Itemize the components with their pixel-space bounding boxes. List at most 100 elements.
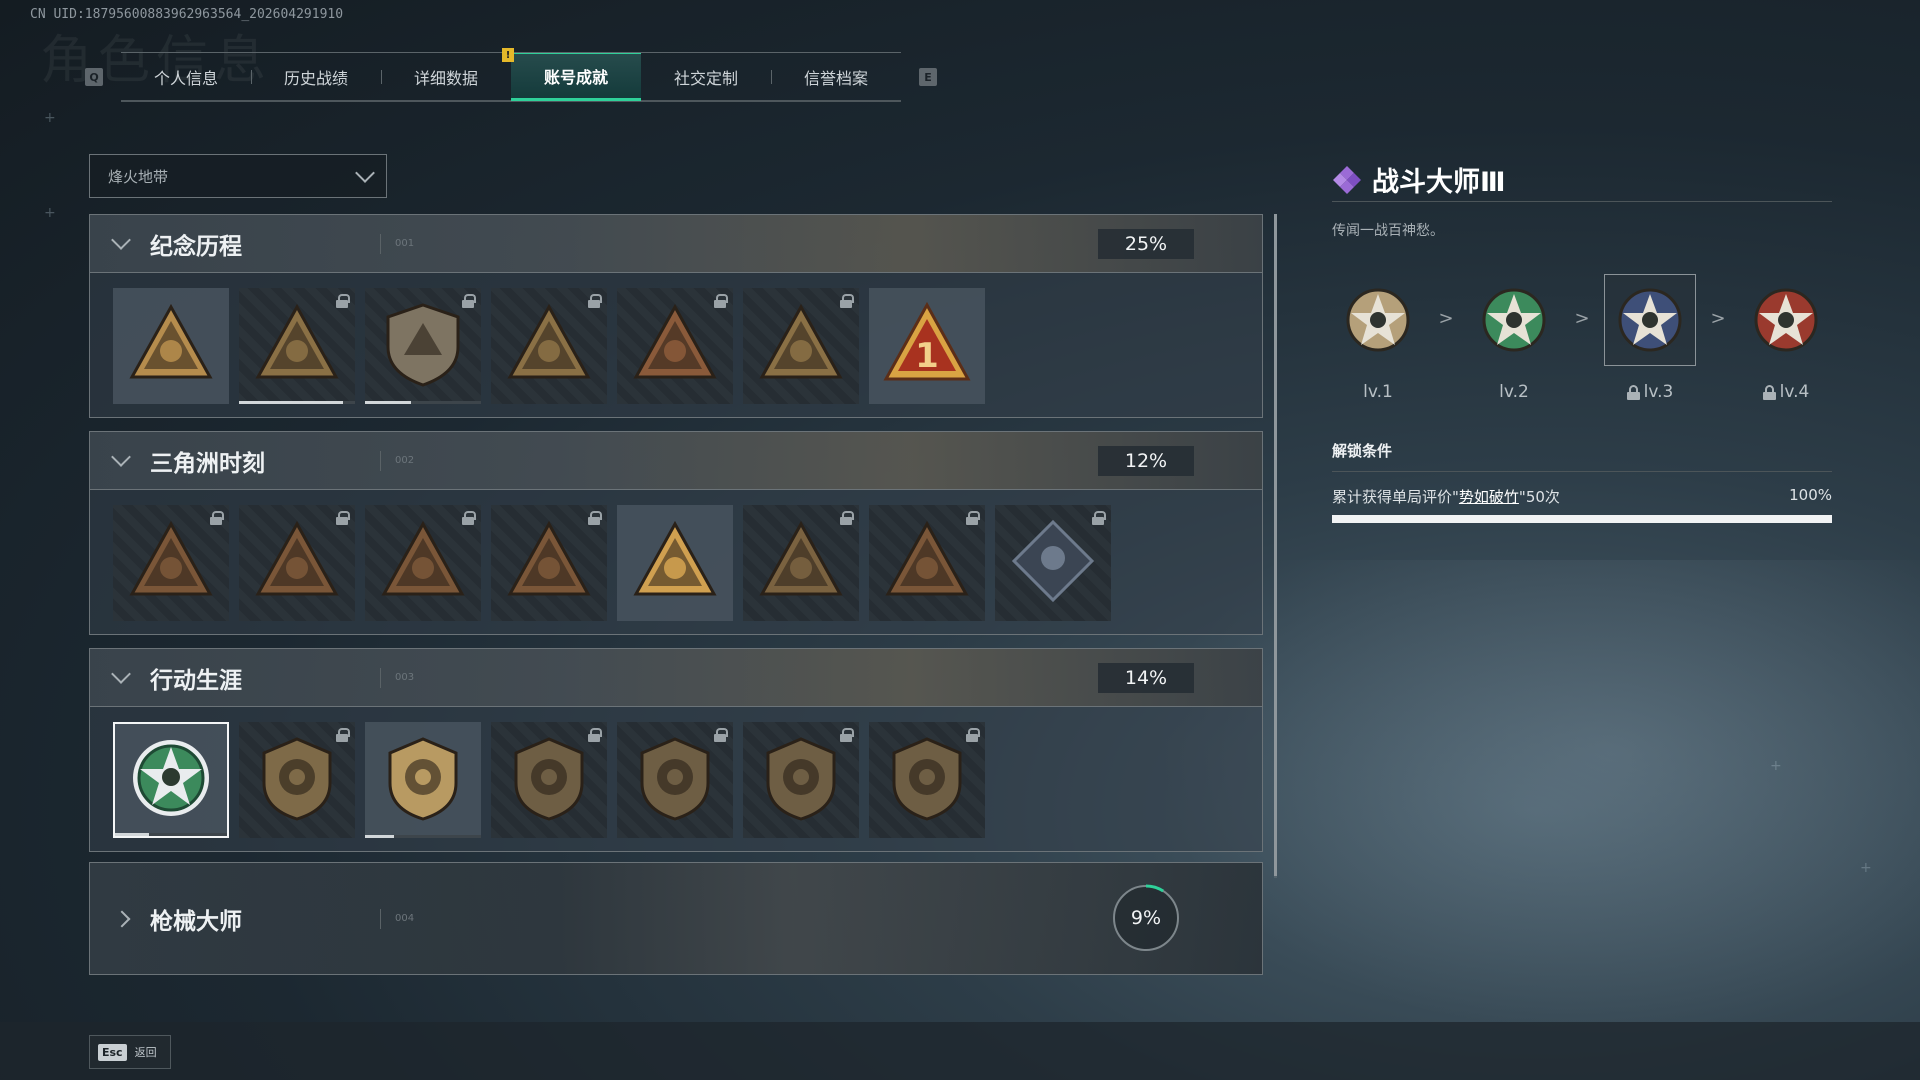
scrollbar[interactable] [1274,214,1277,878]
star-badge-icon [1482,288,1546,352]
number-one-badge-icon: 1 [882,299,972,393]
star-badge-icon [1754,288,1818,352]
lock-icon [336,728,350,742]
level-badge[interactable] [1332,274,1424,366]
category-header[interactable]: 纪念历程 001 25% [90,215,1262,273]
unlock-condition-text: 累计获得单局评价"势如破竹"50次 [1332,488,1560,506]
badge-progress [365,835,481,838]
hex-crest-badge-icon [504,733,594,827]
level-badge[interactable] [1604,274,1696,366]
achievement-badge[interactable] [491,505,607,621]
badge-progress [365,401,481,404]
ring-crest-badge-icon [630,733,720,827]
esc-key-icon: Esc [98,1043,127,1061]
level-item[interactable]: lv.2 [1468,274,1560,402]
achievement-badge[interactable] [239,505,355,621]
achievement-badge[interactable] [869,722,985,838]
detail-title: 战斗大师Ⅲ [1372,167,1506,198]
category-panel: 纪念历程 001 25% 1 [89,214,1263,418]
beast-triangle-badge-icon [756,516,846,610]
tab-2[interactable]: 详细数据 [381,53,511,101]
category-header[interactable]: 行动生涯 003 14% [90,649,1262,707]
category-title: 枪械大师 [150,908,242,935]
level-badge[interactable] [1468,274,1560,366]
tab-5[interactable]: 信誉档案 [771,53,901,101]
detail-header: 战斗大师Ⅲ [1332,164,1832,202]
mode-dropdown-value: 烽火地带 [108,167,169,186]
achievement-badge[interactable] [365,505,481,621]
lock-icon [588,728,602,742]
combat-master-badge-icon [126,733,216,827]
achievement-badge[interactable] [617,722,733,838]
lock-icon [336,294,350,308]
level-arrow: > [1438,308,1454,329]
lock-icon [840,511,854,525]
achievement-badge[interactable] [743,288,859,404]
category-header[interactable]: 三角洲时刻 002 12% [90,432,1262,490]
scope-crest-badge-icon [378,733,468,827]
level-arrow: > [1574,308,1590,329]
category-title: 纪念历程 [150,233,242,260]
level-item[interactable]: lv.4 [1740,274,1832,402]
crosshair-decoration: + [1770,758,1782,774]
category-percent: 14% [1098,663,1194,693]
achievement-badge[interactable] [869,505,985,621]
achievement-badge[interactable]: 1 [869,288,985,404]
lock-icon [966,728,980,742]
condition-highlight-link[interactable]: 势如破竹 [1459,488,1519,506]
lock-icon [1762,384,1776,400]
tab-bar: Q 个人信息 历史战绩 详细数据 账号成就 社交定制 信誉档案 E [85,52,945,102]
mode-dropdown[interactable]: 烽火地带 [89,154,387,198]
scrollbar-thumb[interactable] [1274,214,1277,876]
level-badge[interactable] [1740,274,1832,366]
achievement-badge[interactable] [617,288,733,404]
achievement-badge[interactable] [365,722,481,838]
achievement-badge[interactable] [113,505,229,621]
soldier-triangle-badge-icon [378,516,468,610]
achievement-badge[interactable] [491,722,607,838]
achievement-badge[interactable] [113,288,229,404]
tab-4[interactable]: 社交定制 [641,53,771,101]
hooded-figure-badge-icon [630,299,720,393]
badge-grid: 1 [90,273,1262,417]
achievement-detail-panel: 战斗大师Ⅲ 传闻一战百神愁。 lv.1 > lv.2 > lv.3 > lv.4… [1332,164,1832,523]
lock-icon [1626,384,1640,400]
svg-text:1: 1 [915,336,939,376]
category-index: 002 [380,450,414,471]
bottle-triangle-badge-icon [126,516,216,610]
achievement-badge[interactable] [239,722,355,838]
badge-grid [90,490,1262,634]
lock-icon [714,294,728,308]
chevron-down-icon [355,163,375,183]
q-key-hint[interactable]: Q [85,68,103,86]
badge-progress [115,833,227,836]
back-button[interactable]: Esc 返回 [89,1035,171,1069]
dice-triangle-badge-icon [504,516,594,610]
tab-1[interactable]: 历史战绩 [251,53,381,101]
back-label: 返回 [134,1046,157,1059]
achievement-badge[interactable] [239,288,355,404]
star-badge-icon [1346,288,1410,352]
star-badge-icon [1618,288,1682,352]
lock-icon [462,511,476,525]
achievement-badge[interactable] [743,722,859,838]
crossed-rifles-badge-icon [756,299,846,393]
lock-icon [1092,511,1106,525]
achievement-badge[interactable] [995,505,1111,621]
achievement-badge[interactable] [617,505,733,621]
e-key-hint[interactable]: E [919,68,937,86]
category-weapon-master[interactable]: 枪械大师 004 9% [89,862,1263,975]
tab-0[interactable]: 个人信息 [121,53,251,101]
eye-crest-badge-icon [882,733,972,827]
achievement-badge[interactable] [365,288,481,404]
alert-icon: ! [502,48,514,62]
squad-triangle-badge-icon [630,516,720,610]
achievement-badge[interactable] [113,722,229,838]
achievement-badge[interactable] [491,288,607,404]
crosshair-decoration: + [44,205,56,221]
level-item[interactable]: lv.3 [1604,274,1696,402]
level-item[interactable]: lv.1 [1332,274,1424,402]
achievement-badge[interactable] [743,505,859,621]
category-percent: 9% [1130,907,1162,929]
tab-3[interactable]: 账号成就 [511,53,641,101]
